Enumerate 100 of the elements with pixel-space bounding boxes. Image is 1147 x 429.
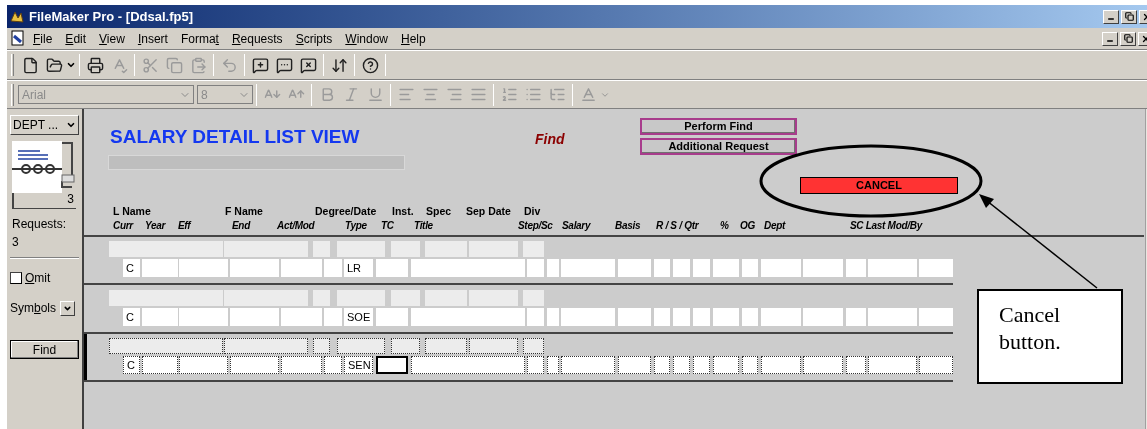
menu-item[interactable]: Edit bbox=[65, 29, 87, 48]
input-field[interactable] bbox=[868, 356, 917, 374]
menu-item[interactable]: Window bbox=[345, 29, 388, 48]
symbols-dropdown[interactable] bbox=[60, 300, 76, 316]
input-field[interactable] bbox=[742, 356, 758, 374]
cancel-button[interactable]: CANCEL bbox=[800, 177, 958, 194]
input-field[interactable] bbox=[846, 308, 866, 326]
input-field[interactable] bbox=[527, 308, 544, 326]
input-field[interactable] bbox=[527, 259, 544, 277]
input-field[interactable] bbox=[313, 241, 330, 257]
input-field[interactable] bbox=[547, 308, 559, 326]
input-field[interactable] bbox=[919, 259, 953, 277]
input-field[interactable]: SOE bbox=[344, 308, 373, 326]
input-field[interactable] bbox=[376, 259, 408, 277]
input-field[interactable] bbox=[376, 356, 408, 374]
input-field[interactable] bbox=[761, 356, 801, 374]
input-field[interactable] bbox=[693, 259, 710, 277]
input-field[interactable] bbox=[281, 308, 322, 326]
input-field[interactable] bbox=[142, 259, 178, 277]
minimize-button[interactable] bbox=[1102, 31, 1118, 46]
input-field[interactable] bbox=[109, 338, 223, 354]
input-field[interactable] bbox=[618, 356, 651, 374]
input-field[interactable] bbox=[411, 356, 525, 374]
input-field[interactable] bbox=[224, 241, 308, 257]
input-field[interactable] bbox=[527, 356, 544, 374]
input-field[interactable] bbox=[391, 290, 420, 306]
menu-item[interactable]: View bbox=[99, 29, 125, 48]
restore-button[interactable] bbox=[1120, 31, 1136, 46]
input-field[interactable] bbox=[803, 356, 843, 374]
input-field[interactable] bbox=[281, 259, 322, 277]
menu-item[interactable]: Format bbox=[180, 29, 219, 48]
input-field[interactable]: C bbox=[123, 259, 140, 277]
book-icon[interactable] bbox=[12, 141, 76, 193]
minimize-button[interactable] bbox=[1103, 9, 1119, 24]
input-field[interactable] bbox=[391, 338, 420, 354]
input-field[interactable] bbox=[803, 308, 843, 326]
input-field[interactable] bbox=[324, 259, 342, 277]
input-field[interactable] bbox=[693, 308, 710, 326]
layout-dropdown[interactable]: DEPT ... bbox=[10, 115, 79, 135]
document-icon[interactable] bbox=[10, 30, 26, 47]
input-field[interactable] bbox=[761, 259, 801, 277]
input-field[interactable] bbox=[654, 308, 670, 326]
input-field[interactable] bbox=[281, 356, 322, 374]
input-field[interactable] bbox=[713, 356, 739, 374]
input-field[interactable] bbox=[324, 308, 342, 326]
input-field[interactable] bbox=[469, 290, 518, 306]
input-field[interactable]: SEN bbox=[344, 356, 373, 374]
input-field[interactable] bbox=[337, 241, 385, 257]
input-field[interactable] bbox=[742, 259, 758, 277]
input-field[interactable] bbox=[179, 356, 228, 374]
input-field[interactable] bbox=[337, 290, 385, 306]
input-field[interactable] bbox=[469, 338, 518, 354]
input-field[interactable] bbox=[230, 308, 279, 326]
caret-icon[interactable] bbox=[66, 60, 76, 70]
input-field[interactable] bbox=[919, 308, 953, 326]
input-field[interactable] bbox=[425, 241, 467, 257]
input-field[interactable] bbox=[561, 259, 615, 277]
input-field[interactable] bbox=[324, 356, 342, 374]
input-field[interactable] bbox=[523, 338, 544, 354]
input-field[interactable] bbox=[337, 338, 385, 354]
input-field[interactable] bbox=[425, 290, 467, 306]
find-button[interactable]: Find bbox=[10, 340, 79, 359]
input-field[interactable] bbox=[742, 308, 758, 326]
menu-item[interactable]: File bbox=[33, 29, 53, 48]
input-field[interactable] bbox=[523, 290, 544, 306]
input-field[interactable] bbox=[411, 308, 525, 326]
omit-checkbox[interactable]: Omit bbox=[10, 269, 79, 287]
input-field[interactable] bbox=[109, 290, 223, 306]
input-field[interactable] bbox=[224, 290, 308, 306]
input-field[interactable] bbox=[673, 356, 690, 374]
input-field[interactable] bbox=[224, 338, 308, 354]
restore-button[interactable] bbox=[1121, 9, 1137, 24]
input-field[interactable] bbox=[230, 356, 279, 374]
input-field[interactable] bbox=[313, 338, 330, 354]
input-field[interactable] bbox=[179, 308, 228, 326]
input-field[interactable] bbox=[673, 259, 690, 277]
input-field[interactable] bbox=[654, 356, 670, 374]
input-field[interactable] bbox=[547, 356, 559, 374]
input-field[interactable] bbox=[713, 308, 739, 326]
input-field[interactable] bbox=[846, 259, 866, 277]
input-field[interactable] bbox=[761, 308, 801, 326]
input-field[interactable] bbox=[561, 356, 615, 374]
input-field[interactable] bbox=[411, 259, 525, 277]
perform-find-button[interactable]: Perform Find bbox=[640, 118, 797, 135]
input-field[interactable] bbox=[523, 241, 544, 257]
input-field[interactable] bbox=[654, 259, 670, 277]
input-field[interactable] bbox=[868, 308, 917, 326]
input-field[interactable]: C bbox=[123, 356, 140, 374]
input-field[interactable] bbox=[376, 308, 408, 326]
input-field[interactable] bbox=[313, 290, 330, 306]
input-field[interactable] bbox=[142, 356, 178, 374]
input-field[interactable] bbox=[391, 241, 420, 257]
menu-item[interactable]: Requests bbox=[231, 29, 283, 48]
input-field[interactable] bbox=[868, 259, 917, 277]
input-field[interactable] bbox=[846, 356, 866, 374]
input-field[interactable] bbox=[142, 308, 178, 326]
input-field[interactable] bbox=[547, 259, 559, 277]
input-field[interactable] bbox=[230, 259, 279, 277]
menu-item[interactable]: Insert bbox=[137, 29, 168, 48]
input-field[interactable] bbox=[919, 356, 953, 374]
